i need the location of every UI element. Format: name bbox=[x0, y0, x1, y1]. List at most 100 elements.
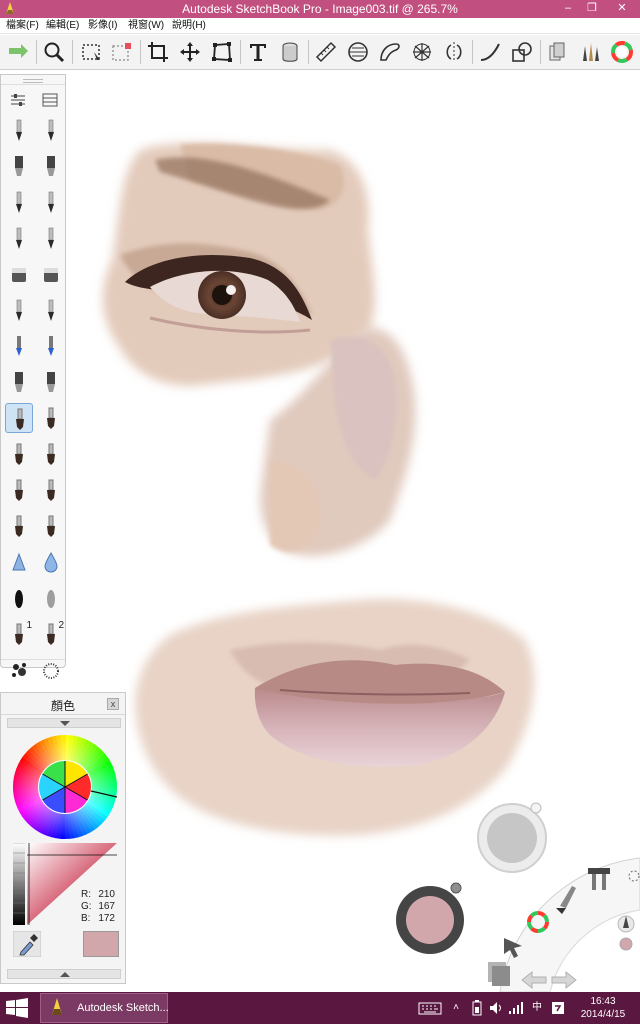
color-panel-header[interactable]: 顏色 x bbox=[1, 693, 125, 715]
brush-eraser-soft[interactable] bbox=[37, 259, 65, 289]
brush-round-brush[interactable] bbox=[5, 403, 33, 433]
brush-blue-pencil[interactable] bbox=[5, 331, 33, 361]
brush-hard-dot[interactable] bbox=[5, 583, 33, 613]
brush-fineliner[interactable] bbox=[37, 295, 65, 325]
brush-blender-brush[interactable] bbox=[37, 511, 65, 541]
taskbar-clock[interactable]: 16:43 2014/4/15 bbox=[572, 995, 634, 1021]
clock-time: 16:43 bbox=[590, 996, 616, 1007]
menu-edit[interactable]: 編輯(E) bbox=[46, 19, 79, 33]
distort-icon[interactable] bbox=[208, 37, 236, 67]
lagoon-menu bbox=[488, 857, 640, 992]
french-curve-icon[interactable] bbox=[376, 37, 404, 67]
brush-marker[interactable] bbox=[5, 151, 33, 181]
menu-file[interactable]: 檔案(F) bbox=[6, 19, 39, 33]
brush-dry-brush[interactable] bbox=[37, 475, 65, 505]
show-hidden-icons-button[interactable]: ˄ bbox=[450, 998, 462, 1018]
brush-water-drop[interactable] bbox=[37, 547, 65, 577]
symmetry-icon[interactable] bbox=[440, 37, 468, 67]
airbrush-icon bbox=[48, 119, 54, 141]
menu-image[interactable]: 影像(I) bbox=[88, 19, 117, 33]
palette-grip[interactable] bbox=[1, 75, 65, 85]
close-button[interactable]: ✕ bbox=[604, 0, 640, 18]
brush-eraser-hard[interactable] bbox=[5, 259, 33, 289]
eyedropper-icon[interactable] bbox=[13, 931, 41, 957]
color-wheel[interactable] bbox=[11, 733, 119, 841]
lagoon-color-swatch[interactable] bbox=[619, 937, 633, 951]
brush-pencil[interactable] bbox=[5, 115, 33, 145]
zoom-icon[interactable] bbox=[40, 37, 68, 67]
current-color-swatch[interactable] bbox=[83, 931, 119, 957]
keyboard-icon[interactable] bbox=[418, 998, 442, 1018]
brush-paint-pen[interactable] bbox=[5, 367, 33, 397]
sketchbook-window: Autodesk SketchBook Pro - Image003.tif @… bbox=[0, 0, 640, 1024]
battery-icon[interactable] bbox=[470, 998, 484, 1018]
menu-help[interactable]: 說明(H) bbox=[172, 19, 206, 33]
brush-chisel-marker[interactable] bbox=[37, 151, 65, 181]
palette-footer bbox=[1, 659, 65, 667]
text-icon[interactable] bbox=[244, 37, 272, 67]
taskbar-app-label: Autodesk Sketch... bbox=[77, 1002, 169, 1014]
color-wheel-icon[interactable] bbox=[608, 37, 636, 67]
ime-mode-indicator[interactable]: 中 bbox=[528, 998, 546, 1018]
color-panel: 顏色 x R: 210 G: 167 B: 172 bbox=[0, 692, 126, 984]
crop-icon[interactable] bbox=[144, 37, 172, 67]
lagoon-pen-icon[interactable] bbox=[617, 915, 635, 933]
redo-arrow-icon[interactable] bbox=[4, 37, 32, 67]
volume-icon[interactable] bbox=[488, 998, 504, 1018]
brush-ink-pen[interactable] bbox=[5, 223, 33, 253]
stroke-icon[interactable] bbox=[476, 37, 504, 67]
eraser-hard-icon bbox=[12, 268, 26, 282]
brush-oil-brush[interactable] bbox=[5, 439, 33, 469]
brush-fine-pen[interactable] bbox=[37, 187, 65, 217]
perspective-icon[interactable] bbox=[408, 37, 436, 67]
palette-layout-icon[interactable] bbox=[41, 91, 59, 109]
brush-blue-pen[interactable] bbox=[37, 331, 65, 361]
chevron-up-icon bbox=[60, 972, 70, 977]
notification-icon[interactable] bbox=[550, 998, 566, 1018]
brush-technical-pen[interactable] bbox=[37, 223, 65, 253]
brush-custom-brush-2[interactable]: 2 bbox=[37, 619, 65, 649]
network-icon[interactable] bbox=[508, 998, 524, 1018]
transform-select-icon[interactable] bbox=[108, 37, 136, 67]
windows-start-icon[interactable] bbox=[6, 998, 28, 1018]
rgb-r-label: R: bbox=[81, 889, 91, 900]
hard-dot-icon bbox=[15, 590, 23, 608]
brush-bristle-brush[interactable] bbox=[5, 475, 33, 505]
restore-button[interactable]: ❐ bbox=[578, 0, 606, 18]
color-puck[interactable] bbox=[394, 880, 470, 956]
ink-pen-icon bbox=[16, 227, 22, 249]
pencil-icon bbox=[16, 119, 22, 141]
fine-pen-icon bbox=[48, 191, 54, 213]
brush-wide-brush[interactable] bbox=[5, 511, 33, 541]
smear-icon bbox=[12, 552, 26, 571]
brush-soft-dot[interactable] bbox=[37, 583, 65, 613]
selection-icon[interactable] bbox=[78, 37, 106, 67]
brush-fan-brush[interactable] bbox=[37, 439, 65, 469]
collapse-toggle-bottom[interactable] bbox=[7, 969, 121, 979]
brush-airbrush[interactable] bbox=[37, 115, 65, 145]
collapse-toggle-top[interactable] bbox=[7, 718, 121, 728]
brush-highlighter[interactable] bbox=[37, 367, 65, 397]
title-bar: Autodesk SketchBook Pro - Image003.tif @… bbox=[0, 0, 640, 18]
taskbar-sketchbook-button[interactable]: Autodesk Sketch... bbox=[40, 993, 169, 1023]
menu-window[interactable]: 視窗(W) bbox=[128, 19, 164, 33]
brush-custom-brush-1[interactable]: 1 bbox=[5, 619, 33, 649]
soft-dot-icon bbox=[47, 590, 55, 608]
brush-library-icon[interactable] bbox=[576, 37, 604, 67]
eye-painting bbox=[102, 143, 416, 556]
color-panel-close-button[interactable]: x bbox=[107, 698, 119, 710]
move-icon[interactable] bbox=[176, 37, 204, 67]
felt-pen-icon bbox=[16, 299, 22, 321]
ruler-icon[interactable] bbox=[312, 37, 340, 67]
brush-smear[interactable] bbox=[5, 547, 33, 577]
brush-properties-icon[interactable] bbox=[9, 91, 27, 109]
brush-flat-brush[interactable] bbox=[37, 403, 65, 433]
shapes-icon[interactable] bbox=[508, 37, 536, 67]
copic-library-icon[interactable] bbox=[544, 37, 572, 67]
ellipse-guide-icon[interactable] bbox=[344, 37, 372, 67]
highlighter-icon bbox=[47, 372, 55, 392]
chevron-down-icon bbox=[60, 721, 70, 726]
brush-felt-pen[interactable] bbox=[5, 295, 33, 325]
brush-ballpoint[interactable] bbox=[5, 187, 33, 217]
layer-fill-icon[interactable] bbox=[276, 37, 304, 67]
